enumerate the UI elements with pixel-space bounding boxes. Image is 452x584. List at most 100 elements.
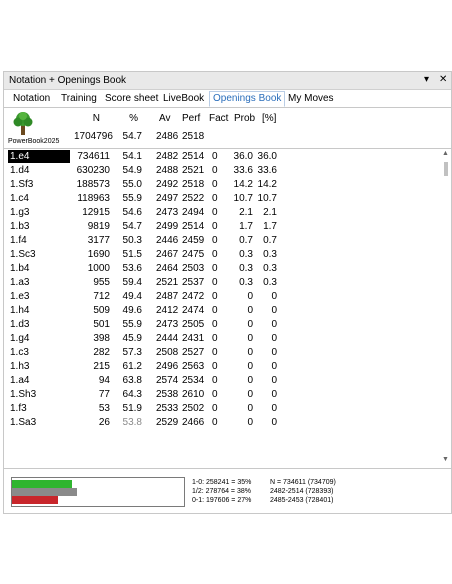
table-row[interactable]: 1.e4 734611 54.1 2482 2514 0 36.0 36.0 bbox=[4, 150, 440, 164]
panel-title: Notation + Openings Book bbox=[9, 75, 127, 86]
prob-percent-cell: 0 bbox=[271, 291, 277, 302]
prob-cell: 0 bbox=[247, 361, 253, 372]
table-row[interactable]: 1.d4 630230 54.9 2488 2521 0 33.6 33.6 bbox=[4, 164, 440, 178]
av-cell: 2574 bbox=[156, 375, 179, 386]
prob-cell: 0.3 bbox=[239, 249, 253, 260]
table-row[interactable]: 1.a3 955 59.4 2521 2537 0 0.3 0.3 bbox=[4, 276, 440, 290]
n-cell: 77 bbox=[98, 389, 110, 400]
fact-cell: 0 bbox=[212, 291, 218, 302]
fact-cell: 0 bbox=[212, 263, 218, 274]
n-cell: 188573 bbox=[76, 179, 110, 190]
av-cell: 2473 bbox=[156, 319, 179, 330]
prob-cell: 0 bbox=[247, 333, 253, 344]
fact-cell: 0 bbox=[212, 207, 218, 218]
scroll-down-icon[interactable]: ▼ bbox=[442, 456, 449, 463]
perf-cell: 2503 bbox=[182, 263, 205, 274]
white-win-bar bbox=[12, 480, 72, 488]
fact-cell: 0 bbox=[212, 347, 218, 358]
move-cell: 1.b3 bbox=[10, 221, 30, 232]
table-row[interactable]: 1.b4 1000 53.6 2464 2503 0 0.3 0.3 bbox=[4, 262, 440, 276]
table-row[interactable]: 1.h3 215 61.2 2496 2563 0 0 0 bbox=[4, 360, 440, 374]
tab-livebook[interactable]: LiveBook bbox=[160, 92, 207, 106]
prob-percent-cell: 0 bbox=[271, 361, 277, 372]
header-n[interactable]: N bbox=[84, 113, 100, 124]
table-row[interactable]: 1.g4 398 45.9 2444 2431 0 0 0 bbox=[4, 332, 440, 346]
av-cell: 2464 bbox=[156, 263, 179, 274]
percent-cell: 55.9 bbox=[122, 193, 142, 204]
move-cell: 1.Sh3 bbox=[10, 389, 37, 400]
perf-cell: 2610 bbox=[182, 389, 205, 400]
table-row[interactable]: 1.Sh3 77 64.3 2538 2610 0 0 0 bbox=[4, 388, 440, 402]
stat-range-2: 2485-2453 (728401) bbox=[270, 497, 334, 504]
prob-cell: 14.2 bbox=[233, 179, 253, 190]
move-cell: 1.f4 bbox=[10, 235, 27, 246]
header-percent[interactable]: % bbox=[122, 113, 138, 124]
draw-bar bbox=[12, 488, 77, 496]
percent-cell: 51.5 bbox=[122, 249, 142, 260]
header-prob-percent[interactable]: [%] bbox=[262, 113, 276, 124]
scroll-thumb[interactable] bbox=[444, 162, 448, 176]
table-row[interactable]: 1.b3 9819 54.7 2499 2514 0 1.7 1.7 bbox=[4, 220, 440, 234]
fact-cell: 0 bbox=[212, 277, 218, 288]
result-bars bbox=[11, 477, 185, 507]
tab-notation[interactable]: Notation bbox=[10, 92, 53, 106]
fact-cell: 0 bbox=[212, 403, 218, 414]
move-cell: 1.b4 bbox=[10, 263, 30, 274]
stat-n: N = 734611 (734709) bbox=[270, 479, 336, 486]
scroll-up-icon[interactable]: ▲ bbox=[442, 150, 449, 157]
n-cell: 1000 bbox=[87, 263, 110, 274]
table-row[interactable]: 1.f4 3177 50.3 2446 2459 0 0.7 0.7 bbox=[4, 234, 440, 248]
n-cell: 501 bbox=[93, 319, 110, 330]
table-row[interactable]: 1.e3 712 49.4 2487 2472 0 0 0 bbox=[4, 290, 440, 304]
perf-cell: 2466 bbox=[182, 417, 205, 428]
fact-cell: 0 bbox=[212, 319, 218, 330]
table-row[interactable]: 1.d3 501 55.9 2473 2505 0 0 0 bbox=[4, 318, 440, 332]
header-fact[interactable]: Fact bbox=[209, 113, 228, 124]
tab-score-sheet[interactable]: Score sheet bbox=[102, 92, 161, 106]
percent-cell: 55.9 bbox=[122, 319, 142, 330]
n-cell: 734611 bbox=[77, 151, 110, 162]
table-row[interactable]: 1.g3 12915 54.6 2473 2494 0 2.1 2.1 bbox=[4, 206, 440, 220]
prob-cell: 0 bbox=[247, 417, 253, 428]
table-row[interactable]: 1.Sa3 26 53.8 2529 2466 0 0 0 bbox=[4, 416, 440, 430]
prob-cell: 0.3 bbox=[239, 277, 253, 288]
percent-cell: 57.3 bbox=[122, 347, 142, 358]
table-row[interactable]: 1.c3 282 57.3 2508 2527 0 0 0 bbox=[4, 346, 440, 360]
move-cell: 1.g4 bbox=[10, 333, 30, 344]
fact-cell: 0 bbox=[212, 151, 218, 162]
prob-cell: 0 bbox=[247, 319, 253, 330]
tab-my-moves[interactable]: My Moves bbox=[285, 92, 337, 106]
fact-cell: 0 bbox=[212, 417, 218, 428]
table-row[interactable]: 1.c4 118963 55.9 2497 2522 0 10.7 10.7 bbox=[4, 192, 440, 206]
close-icon[interactable]: ✕ bbox=[439, 74, 447, 85]
av-cell: 2444 bbox=[156, 333, 179, 344]
prob-percent-cell: 0 bbox=[271, 305, 277, 316]
tab-openings-book[interactable]: Openings Book bbox=[209, 91, 286, 107]
vertical-scrollbar[interactable]: ▲ ▼ bbox=[441, 150, 451, 466]
header-av[interactable]: Av bbox=[159, 113, 171, 124]
prob-percent-cell: 0 bbox=[271, 417, 277, 428]
table-row[interactable]: 1.h4 509 49.6 2412 2474 0 0 0 bbox=[4, 304, 440, 318]
header-prob[interactable]: Prob bbox=[234, 113, 255, 124]
av-cell: 2529 bbox=[156, 417, 179, 428]
table-row[interactable]: 1.a4 94 63.8 2574 2534 0 0 0 bbox=[4, 374, 440, 388]
move-cell: 1.Sc3 bbox=[10, 249, 36, 260]
prob-percent-cell: 1.7 bbox=[263, 221, 277, 232]
table-row[interactable]: 1.Sf3 188573 55.0 2492 2518 0 14.2 14.2 bbox=[4, 178, 440, 192]
perf-cell: 2527 bbox=[182, 347, 205, 358]
black-win-bar bbox=[12, 496, 58, 504]
perf-cell: 2563 bbox=[182, 361, 205, 372]
panel-menu-icon[interactable]: ▾ bbox=[424, 74, 429, 85]
header-perf[interactable]: Perf bbox=[182, 113, 200, 124]
percent-cell: 55.0 bbox=[122, 179, 142, 190]
move-cell: 1.e3 bbox=[10, 291, 30, 302]
prob-percent-cell: 0.3 bbox=[263, 249, 277, 260]
perf-cell: 2472 bbox=[182, 291, 205, 302]
tab-training[interactable]: Training bbox=[58, 92, 100, 106]
table-row[interactable]: 1.Sc3 1690 51.5 2467 2475 0 0.3 0.3 bbox=[4, 248, 440, 262]
av-cell: 2533 bbox=[156, 403, 179, 414]
fact-cell: 0 bbox=[212, 221, 218, 232]
table-row[interactable]: 1.f3 53 51.9 2533 2502 0 0 0 bbox=[4, 402, 440, 416]
perf-cell: 2475 bbox=[182, 249, 205, 260]
n-cell: 1690 bbox=[87, 249, 110, 260]
